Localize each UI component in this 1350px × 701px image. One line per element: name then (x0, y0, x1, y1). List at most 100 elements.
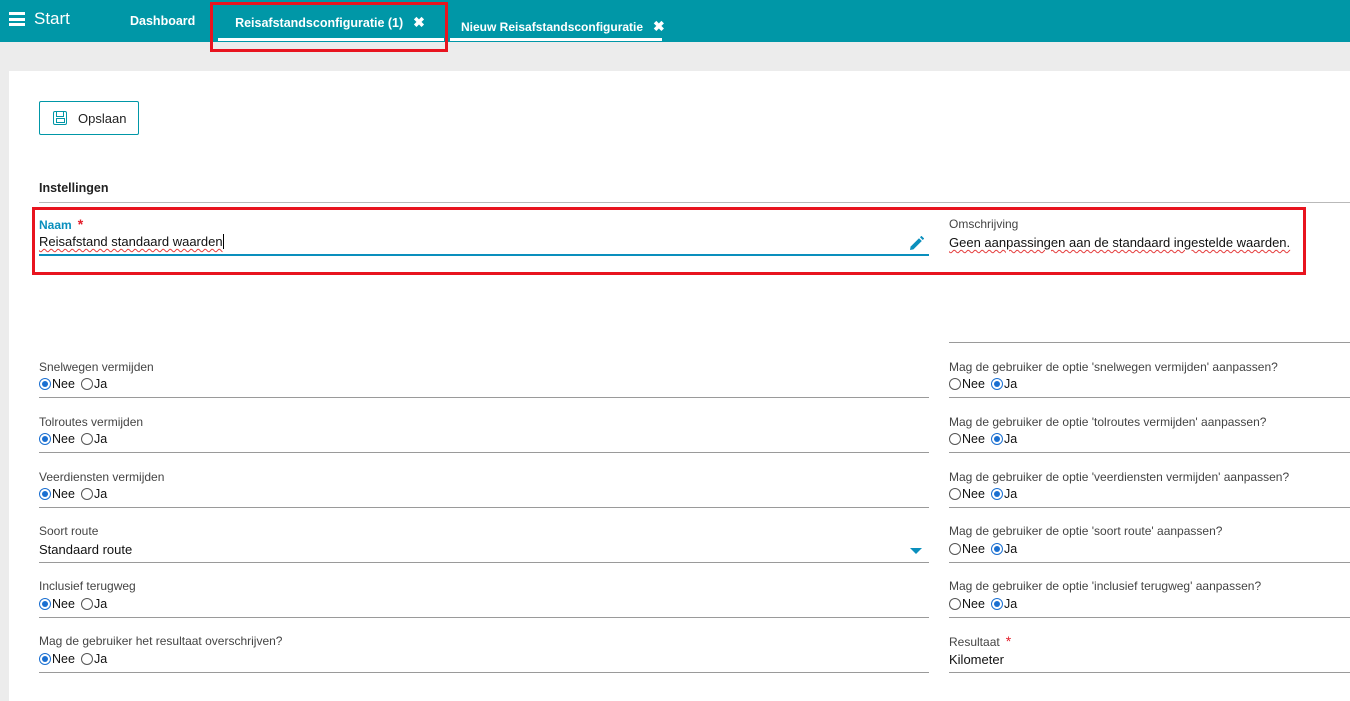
resultaat-select[interactable]: Kilometer (949, 652, 1004, 667)
radio-ja[interactable] (80, 378, 93, 390)
field-underline (39, 507, 929, 508)
dropdown-arrow-icon[interactable] (910, 548, 922, 554)
omschrijving-label: Omschrijving (949, 217, 1019, 231)
radio-ja[interactable] (990, 433, 1003, 445)
radio-ja[interactable] (990, 378, 1003, 390)
omschrijving-field-underline (949, 342, 1350, 343)
radio-nee[interactable] (39, 488, 51, 500)
tab-nieuw-label: Nieuw Reisafstandsconfiguratie (461, 20, 644, 34)
omschrijving-field[interactable]: Geen aanpassingen aan de standaard inges… (949, 235, 1290, 250)
snelwegen-label: Snelwegen vermijden (39, 360, 154, 374)
field-underline (949, 617, 1350, 618)
section-title: Instellingen (39, 181, 109, 195)
aanpassen-snelwegen-label: Mag de gebruiker de optie 'snelwegen ver… (949, 360, 1278, 374)
tab-dashboard[interactable]: Dashboard (130, 14, 195, 28)
radio-label: Ja (93, 652, 108, 666)
soort-route-select[interactable]: Standaard route (39, 542, 132, 557)
radio-label: Nee (52, 377, 75, 391)
pencil-icon[interactable] (909, 236, 924, 251)
tab-nieuw-reisafstandsconfiguratie[interactable]: Nieuw Reisafstandsconfiguratie ✖ (450, 0, 665, 42)
form-panel: Opslaan Instellingen Naam * Reisafstand s… (9, 71, 1350, 701)
start-label: Start (34, 9, 70, 28)
terugweg-radio-group: Nee Ja (39, 597, 113, 611)
field-underline (39, 672, 929, 673)
hamburger-menu-icon (9, 12, 25, 26)
soort-route-label: Soort route (39, 524, 99, 538)
radio-ja[interactable] (80, 653, 93, 665)
radio-ja[interactable] (80, 433, 93, 445)
aanpassen-soort-route-label: Mag de gebruiker de optie 'soort route' … (949, 524, 1223, 538)
close-icon[interactable]: ✖ (413, 14, 425, 30)
radio-label: Nee (962, 432, 985, 446)
tab-reisafstandsconfiguratie[interactable]: Reisafstandsconfiguratie (1) ✖ (216, 0, 444, 42)
field-underline (949, 397, 1350, 398)
radio-nee[interactable] (39, 653, 51, 665)
radio-ja[interactable] (990, 543, 1003, 555)
radio-label: Nee (962, 487, 985, 501)
radio-label: Ja (93, 377, 108, 391)
radio-label: Ja (93, 597, 108, 611)
field-underline (39, 452, 929, 453)
field-underline (949, 672, 1350, 673)
radio-label: Ja (93, 487, 108, 501)
veerdiensten-label: Veerdiensten vermijden (39, 470, 165, 484)
field-underline (949, 562, 1350, 563)
aanpassen-terugweg-label: Mag de gebruiker de optie 'inclusief ter… (949, 579, 1262, 593)
radio-label: Nee (52, 432, 75, 446)
resultaat-label: Resultaat * (949, 633, 1011, 649)
field-underline (949, 452, 1350, 453)
radio-label: Ja (1003, 377, 1018, 391)
radio-nee[interactable] (39, 433, 51, 445)
radio-ja[interactable] (80, 598, 93, 610)
radio-label: Ja (1003, 487, 1018, 501)
close-icon[interactable]: ✖ (653, 18, 665, 34)
radio-ja[interactable] (990, 598, 1003, 610)
radio-ja[interactable] (80, 488, 93, 500)
naam-label-text: Naam (39, 218, 72, 232)
floppy-disk-icon (53, 111, 67, 125)
veerdiensten-radio-group: Nee Ja (39, 487, 113, 501)
omschrijving-value: Geen aanpassingen aan de standaard inges… (949, 235, 1291, 250)
radio-label: Ja (1003, 432, 1018, 446)
overschrijven-radio-group: Nee Ja (39, 652, 113, 666)
snelwegen-radio-group: Nee Ja (39, 377, 113, 391)
aanpassen-veerdiensten-radio-group: Nee Ja (949, 487, 1023, 501)
radio-label: Nee (52, 597, 75, 611)
radio-nee[interactable] (949, 543, 961, 555)
soort-route-value: Standaard route (39, 542, 133, 557)
radio-nee[interactable] (949, 378, 961, 390)
resultaat-label-text: Resultaat (949, 635, 1000, 649)
radio-label: Ja (1003, 597, 1018, 611)
field-underline (949, 507, 1350, 508)
naam-field[interactable]: Reisafstand standaard waarden (39, 234, 223, 249)
tab-reisafstandsconfiguratie-label: Reisafstandsconfiguratie (1) (235, 16, 404, 30)
radio-label: Nee (962, 597, 985, 611)
save-button[interactable]: Opslaan (39, 101, 139, 135)
section-divider (39, 202, 1350, 203)
naam-label: Naam * (39, 216, 83, 232)
aanpassen-snelwegen-radio-group: Nee Ja (949, 377, 1023, 391)
radio-label: Nee (962, 377, 985, 391)
radio-ja[interactable] (990, 488, 1003, 500)
radio-nee[interactable] (949, 433, 961, 445)
top-navigation-bar: Start Dashboard Reisafstandsconfiguratie… (0, 0, 1350, 42)
overschrijven-label: Mag de gebruiker het resultaat overschri… (39, 634, 283, 648)
aanpassen-veerdiensten-label: Mag de gebruiker de optie 'veerdiensten … (949, 470, 1290, 484)
aanpassen-tolroutes-label: Mag de gebruiker de optie 'tolroutes ver… (949, 415, 1267, 429)
radio-nee[interactable] (949, 598, 961, 610)
start-menu-button[interactable]: Start (9, 9, 70, 29)
required-marker: * (77, 216, 84, 232)
tab-dashboard-label: Dashboard (130, 14, 196, 28)
required-marker: * (1005, 633, 1012, 649)
field-underline (39, 397, 929, 398)
radio-nee[interactable] (949, 488, 961, 500)
terugweg-label: Inclusief terugweg (39, 579, 136, 593)
radio-nee[interactable] (39, 378, 51, 390)
naam-field-underline (39, 254, 929, 256)
radio-label: Nee (52, 487, 75, 501)
aanpassen-tolroutes-radio-group: Nee Ja (949, 432, 1023, 446)
radio-nee[interactable] (39, 598, 51, 610)
aanpassen-soort-route-radio-group: Nee Ja (949, 542, 1023, 556)
active-tab-indicator (218, 38, 444, 41)
field-underline (39, 617, 929, 618)
